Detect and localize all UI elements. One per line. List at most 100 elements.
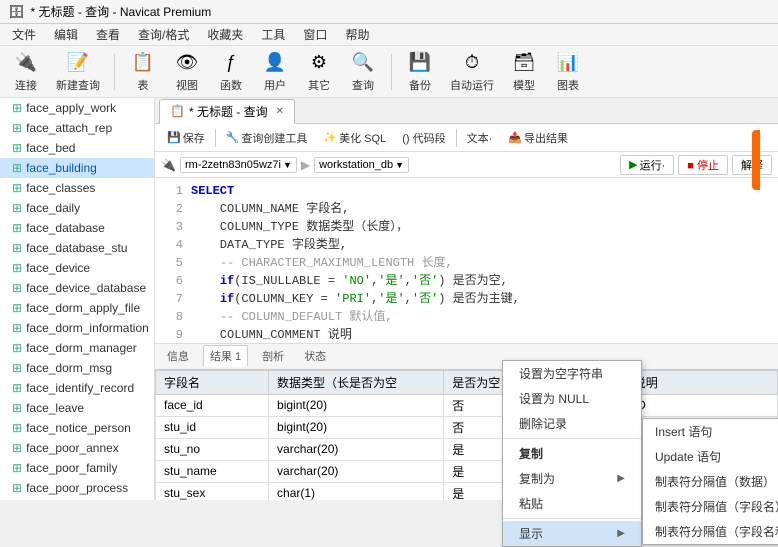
save-btn[interactable]: 💾 保存 [161, 128, 211, 148]
db-selector[interactable]: workstation_db ▼ [314, 157, 409, 173]
sidebar-item-face_device_database[interactable]: ⊞face_device_database [0, 278, 154, 298]
table-row[interactable]: face_id bigint(20) 否 是 ID [156, 394, 778, 416]
sidebar-label: face_poor_family [26, 461, 117, 475]
sep1 [215, 129, 216, 147]
run-btn[interactable]: ▶ 运行· [620, 155, 674, 175]
export-btn[interactable]: 📤 导出结果 [502, 128, 574, 148]
sidebar-item-face_dorm_manager[interactable]: ⊞face_dorm_manager [0, 338, 154, 358]
conn-bar: 🔌 rm-2zetn83n05wz7i ▼ ▶ workstation_db ▼… [155, 152, 778, 178]
sidebar-item-face_poor_annex[interactable]: ⊞face_poor_annex [0, 438, 154, 458]
query-tab[interactable]: 📋 * 无标题 - 查询 ✕ [159, 99, 295, 124]
toolbar-icon-user: 👤 [261, 51, 289, 75]
toolbar-btn-query[interactable]: 🔍查询 [343, 48, 383, 96]
toolbar-label-new-query: 新建查询 [56, 77, 100, 93]
tab-close[interactable]: ✕ [276, 106, 284, 117]
sql-editor[interactable]: 1SELECT2 COLUMN_NAME 字段名,3 COLUMN_TYPE 数… [155, 178, 778, 344]
stop-btn[interactable]: ■ 停止 [678, 155, 728, 175]
toolbar-label-view: 视图 [176, 77, 198, 93]
toolbar-icon-view: 👁 [173, 51, 201, 75]
menu-编辑[interactable]: 编辑 [46, 24, 86, 45]
menu-帮助[interactable]: 帮助 [337, 24, 377, 45]
sub-tab-field[interactable]: 制表符分隔值（字段名） [643, 494, 778, 519]
menu-窗口[interactable]: 窗口 [295, 24, 335, 45]
ctx-copy[interactable]: 复制 [503, 441, 641, 466]
ctx-paste[interactable]: 粘贴 [503, 491, 641, 516]
sub-insert[interactable]: Insert 语句 [643, 419, 778, 444]
ctx-copy-as[interactable]: 复制为 ▶ [503, 466, 641, 491]
menu-收藏夹[interactable]: 收藏夹 [199, 24, 251, 45]
line-num: 8 [163, 308, 183, 326]
tab-result1[interactable]: 结果 1 [203, 345, 248, 367]
conn-selector[interactable]: rm-2zetn83n05wz7i ▼ [180, 157, 297, 173]
sidebar-item-face_device[interactable]: ⊞face_device [0, 258, 154, 278]
toolbar-btn-model[interactable]: 🗃模型 [504, 48, 544, 96]
text-btn[interactable]: 文本· [461, 128, 499, 148]
sidebar-item-face_dorm_apply_file[interactable]: ⊞face_dorm_apply_file [0, 298, 154, 318]
sidebar-label: face_device [26, 261, 90, 275]
sidebar-item-face_dorm_information[interactable]: ⊞face_dorm_information [0, 318, 154, 338]
toolbar-btn-autorun[interactable]: ⏱自动运行 [444, 48, 500, 96]
sub-tab-data[interactable]: 制表符分隔值（数据） [643, 469, 778, 494]
sub-update[interactable]: Update 语句 [643, 444, 778, 469]
sidebar-item-face_database_stu[interactable]: ⊞face_database_stu [0, 238, 154, 258]
sidebar-item-face_leave[interactable]: ⊞face_leave [0, 398, 154, 418]
col-desc: 说明 [625, 370, 777, 394]
menu-文件[interactable]: 文件 [4, 24, 44, 45]
toolbar-btn-function[interactable]: ƒ函数 [211, 48, 251, 96]
line-content: SELECT [191, 182, 234, 200]
toolbar-btn-view[interactable]: 👁 视图 [167, 48, 207, 96]
menu-查看[interactable]: 查看 [88, 24, 128, 45]
table-icon: ⊞ [12, 181, 22, 195]
sidebar-item-face_bed[interactable]: ⊞face_bed [0, 138, 154, 158]
app-icon: 🗄 [8, 4, 25, 20]
ctx-show[interactable]: 显示 ▶ [503, 521, 641, 546]
menu-查询/格式[interactable]: 查询/格式 [130, 24, 197, 45]
snippet-btn[interactable]: () 代码段 [396, 128, 451, 148]
table-icon: ⊞ [12, 241, 22, 255]
toolbar-btn-new-query[interactable]: 📝新建查询 [50, 48, 106, 96]
tab-cut[interactable]: 剖析 [256, 346, 290, 366]
toolbar-btn-other[interactable]: ⚙其它 [299, 48, 339, 96]
toolbar-btn-connect[interactable]: 🔌连接 [6, 48, 46, 96]
menu-工具[interactable]: 工具 [253, 24, 293, 45]
arrow-icon: ▶ [301, 158, 310, 172]
toolbar-btn-chart[interactable]: 📊图表 [548, 48, 588, 96]
sidebar-item-face_attach_rep[interactable]: ⊞face_attach_rep [0, 118, 154, 138]
sub-tab-both[interactable]: 制表符分隔值（字段名和数据） [643, 519, 778, 544]
tab-info[interactable]: 信息 [161, 346, 195, 366]
title-bar: 🗄 * 无标题 - 查询 - Navicat Premium [0, 0, 778, 24]
cell-type: bigint(20) [269, 416, 444, 438]
sidebar-label: face_apply_work [26, 101, 116, 115]
col-field: 字段名 [156, 370, 269, 394]
builder-btn[interactable]: 🔧 查询创建工具 [220, 128, 314, 148]
toolbar-btn-backup[interactable]: 💾备份 [400, 48, 440, 96]
ctx-set-null[interactable]: 设置为 NULL [503, 386, 641, 411]
db-dropdown-icon: ▼ [395, 160, 404, 170]
ctx-set-empty[interactable]: 设置为空字符串 [503, 361, 641, 386]
sidebar-item-face_identify_record[interactable]: ⊞face_identify_record [0, 378, 154, 398]
sidebar-item-face_poor_process[interactable]: ⊞face_poor_process [0, 478, 154, 498]
sidebar-item-face_database[interactable]: ⊞face_database [0, 218, 154, 238]
sidebar-item-face_notice_person[interactable]: ⊞face_notice_person [0, 418, 154, 438]
sidebar-item-face_dorm_msg[interactable]: ⊞face_dorm_msg [0, 358, 154, 378]
table-icon: ⊞ [12, 301, 22, 315]
cell-type: varchar(20) [269, 438, 444, 460]
line-content: COLUMN_COMMENT 说明 [191, 326, 352, 344]
table-icon: ⊞ [12, 381, 22, 395]
toolbar-btn-table[interactable]: 📋表 [123, 48, 163, 96]
toolbar-label-chart: 图表 [557, 77, 579, 93]
sidebar-item-face_poor_family[interactable]: ⊞face_poor_family [0, 458, 154, 478]
sidebar-item-face_classes[interactable]: ⊞face_classes [0, 178, 154, 198]
tab-status[interactable]: 状态 [298, 346, 332, 366]
toolbar-icon-autorun: ⏱ [458, 51, 486, 75]
sidebar-item-face_apply_work[interactable]: ⊞face_apply_work [0, 98, 154, 118]
sidebar-label: face_attach_rep [26, 121, 112, 135]
ctx-delete[interactable]: 删除记录 [503, 411, 641, 436]
toolbar-btn-user[interactable]: 👤用户 [255, 48, 295, 96]
table-icon: ⊞ [12, 441, 22, 455]
sidebar-item-face_daily[interactable]: ⊞face_daily [0, 198, 154, 218]
cell-type: char(1) [269, 482, 444, 500]
beautify-btn[interactable]: ✨ 美化 SQL [317, 128, 392, 148]
table-icon: ⊞ [12, 281, 22, 295]
sidebar-item-face_building[interactable]: ⊞face_building [0, 158, 154, 178]
